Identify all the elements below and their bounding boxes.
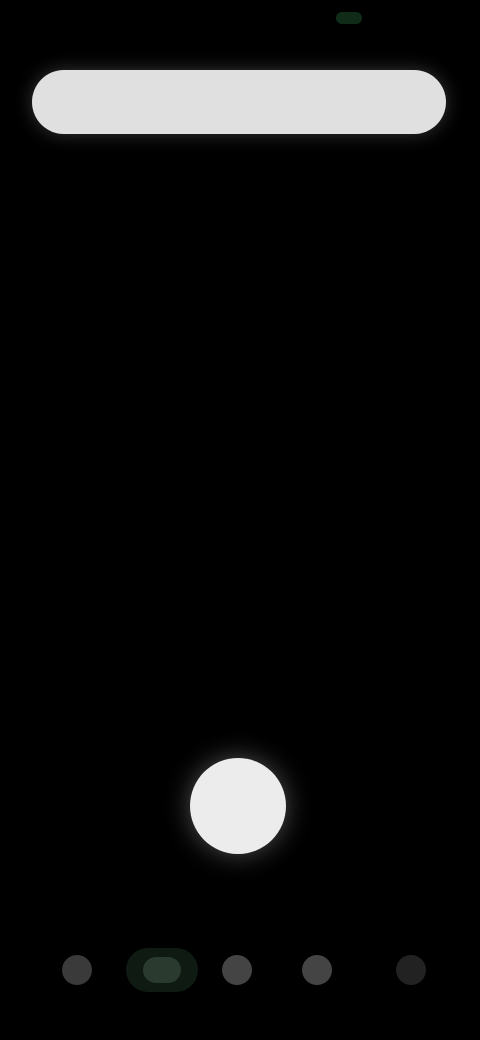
shutter-button[interactable] bbox=[190, 758, 286, 854]
nav-item-2[interactable] bbox=[126, 948, 198, 992]
status-bar bbox=[0, 0, 480, 56]
bottom-nav bbox=[0, 930, 480, 1010]
center-status-text bbox=[100, 500, 380, 540]
nav-icon-2 bbox=[143, 957, 181, 983]
nav-item-1[interactable] bbox=[52, 948, 102, 992]
status-indicator-icon bbox=[336, 12, 362, 24]
top-search-bar[interactable] bbox=[32, 70, 446, 134]
nav-icon-3 bbox=[222, 955, 252, 985]
nav-item-5[interactable] bbox=[386, 948, 436, 992]
nav-icon-4 bbox=[302, 955, 332, 985]
nav-item-4[interactable] bbox=[292, 948, 342, 992]
app-screen bbox=[0, 0, 480, 1040]
nav-icon-5 bbox=[396, 955, 426, 985]
nav-item-3[interactable] bbox=[212, 948, 262, 992]
nav-icon-1 bbox=[62, 955, 92, 985]
